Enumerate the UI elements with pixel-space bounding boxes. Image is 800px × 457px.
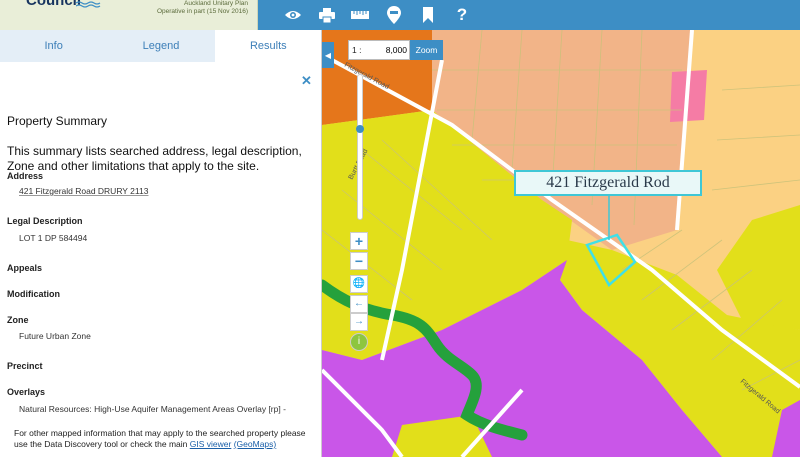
modification-label: Modification xyxy=(7,289,60,299)
measure-button[interactable] xyxy=(348,3,372,27)
zoom-slider-handle[interactable] xyxy=(356,125,364,133)
scale-input[interactable] xyxy=(365,45,407,55)
collapse-panel-button[interactable]: ◀ xyxy=(322,42,334,68)
scale-control: 1 : xyxy=(348,40,410,60)
location-button[interactable] xyxy=(382,3,406,27)
zone-value: Future Urban Zone xyxy=(19,331,91,341)
legal-description-label: Legal Description xyxy=(7,216,83,226)
bookmark-button[interactable] xyxy=(416,3,440,27)
info-icon[interactable]: i xyxy=(350,333,368,351)
geomaps-link[interactable]: (GeoMaps) xyxy=(234,439,277,449)
print-button[interactable] xyxy=(315,3,339,27)
overlays-value: Natural Resources: High-Use Aquifer Mana… xyxy=(19,404,286,414)
address-label: Address xyxy=(7,171,44,181)
map-view[interactable]: Fitzgerald Road Burtt Road Fitzgerald Ro… xyxy=(322,30,800,457)
print-icon xyxy=(319,7,335,23)
results-panel: Info Legend Results ✕ Property Summary T… xyxy=(0,30,322,457)
council-logo[interactable]: Council Auckland Unitary Plan Operative … xyxy=(0,0,258,30)
parcel-callout: 421 Fitzgerald Rod xyxy=(514,170,702,196)
tab-legend[interactable]: Legend xyxy=(107,30,214,62)
tab-results[interactable]: Results xyxy=(214,30,321,62)
gis-viewer-link[interactable]: GIS viewer xyxy=(190,439,232,449)
plan-name: Auckland Unitary Plan xyxy=(184,0,248,7)
tab-info[interactable]: Info xyxy=(0,30,107,62)
zone-label: Zone xyxy=(7,315,29,325)
zoom-button[interactable]: Zoom xyxy=(410,40,443,60)
summary-description: This summary lists searched address, leg… xyxy=(7,144,302,173)
overlays-label: Overlays xyxy=(7,387,46,397)
wave-logo-icon xyxy=(76,1,101,8)
zoom-out-button[interactable]: − xyxy=(350,252,368,270)
close-icon[interactable]: ✕ xyxy=(301,73,312,89)
zoning-map[interactable]: Fitzgerald Road Burtt Road Fitzgerald Ro… xyxy=(322,30,800,457)
address-value: 421 Fitzgerald Road DRURY 2113 xyxy=(19,186,149,196)
plan-title: Auckland Unitary Plan Operative in part … xyxy=(128,0,248,16)
panel-tabs: Info Legend Results xyxy=(0,30,321,62)
globe-icon[interactable]: 🌐 xyxy=(350,275,368,293)
app-header: Council Auckland Unitary Plan Operative … xyxy=(0,0,800,30)
back-arrow-icon[interactable]: ← xyxy=(350,295,368,313)
legal-description-value: LOT 1 DP 584494 xyxy=(19,233,88,243)
scale-prefix: 1 : xyxy=(352,45,362,55)
zoom-slider[interactable] xyxy=(357,74,363,220)
view-button[interactable] xyxy=(281,3,305,27)
footer-note: For other mapped information that may ap… xyxy=(14,428,314,450)
forward-arrow-icon[interactable]: → xyxy=(350,313,368,331)
plan-status: Operative in part (15 Nov 2016) xyxy=(156,8,248,15)
help-button[interactable]: ? xyxy=(450,3,474,27)
zoom-in-button[interactable]: + xyxy=(350,232,368,250)
bookmark-icon xyxy=(423,7,433,23)
ruler-icon xyxy=(351,11,369,19)
precinct-label: Precinct xyxy=(7,361,43,371)
brand-name: Council xyxy=(26,0,81,9)
help-icon: ? xyxy=(456,5,468,24)
summary-title: Property Summary xyxy=(7,114,108,128)
appeals-label: Appeals xyxy=(7,263,43,273)
eye-icon xyxy=(285,11,301,19)
map-pin-icon xyxy=(387,6,401,24)
